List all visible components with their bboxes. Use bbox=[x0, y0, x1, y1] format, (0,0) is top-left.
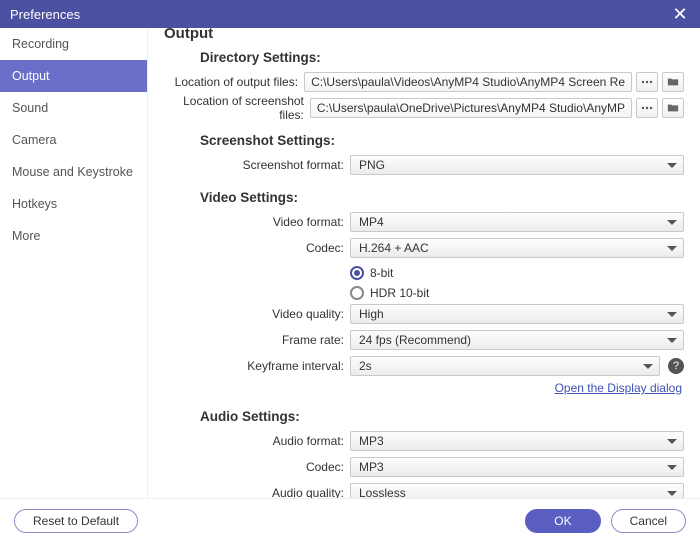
page-title: Output bbox=[164, 28, 684, 42]
sidebar: Recording Output Sound Camera Mouse and … bbox=[0, 28, 148, 498]
chevron-down-icon bbox=[667, 163, 677, 168]
screenshot-format-label: Screenshot format: bbox=[164, 158, 350, 172]
audio-codec-label: Codec: bbox=[164, 460, 350, 474]
radio-dot-icon bbox=[354, 270, 360, 276]
radio-hdr-10bit[interactable] bbox=[350, 286, 364, 300]
select-value: MP4 bbox=[359, 215, 384, 229]
section-header-directory: Directory Settings: bbox=[164, 50, 684, 65]
sidebar-item-label: Sound bbox=[12, 101, 48, 115]
sidebar-item-recording[interactable]: Recording bbox=[0, 28, 147, 60]
section-video: Video Settings: Video format: MP4 Codec:… bbox=[164, 190, 684, 395]
reset-to-default-button[interactable]: Reset to Default bbox=[14, 509, 138, 533]
titlebar: Preferences ✕ bbox=[0, 0, 700, 28]
open-screenshot-folder-button[interactable] bbox=[662, 98, 684, 118]
browse-output-button[interactable] bbox=[636, 72, 658, 92]
select-value: MP3 bbox=[359, 460, 384, 474]
video-codec-label: Codec: bbox=[164, 241, 350, 255]
output-path-field[interactable]: C:\Users\paula\Videos\AnyMP4 Studio\AnyM… bbox=[304, 72, 632, 92]
dots-icon bbox=[641, 102, 653, 114]
section-screenshot: Screenshot Settings: Screenshot format: … bbox=[164, 133, 684, 176]
audio-format-select[interactable]: MP3 bbox=[350, 431, 684, 451]
chevron-down-icon bbox=[667, 246, 677, 251]
select-value: Lossless bbox=[359, 486, 406, 498]
sidebar-item-hotkeys[interactable]: Hotkeys bbox=[0, 188, 147, 220]
audio-quality-label: Audio quality: bbox=[164, 486, 350, 498]
screenshot-path-field[interactable]: C:\Users\paula\OneDrive\Pictures\AnyMP4 … bbox=[310, 98, 632, 118]
sidebar-item-label: More bbox=[12, 229, 40, 243]
chevron-down-icon bbox=[667, 220, 677, 225]
open-display-dialog-link[interactable]: Open the Display dialog bbox=[555, 381, 682, 395]
video-quality-select[interactable]: High bbox=[350, 304, 684, 324]
section-audio: Audio Settings: Audio format: MP3 Codec:… bbox=[164, 409, 684, 498]
window-title: Preferences bbox=[10, 7, 80, 22]
sidebar-item-label: Hotkeys bbox=[12, 197, 57, 211]
close-icon[interactable]: ✕ bbox=[670, 4, 690, 25]
video-codec-select[interactable]: H.264 + AAC bbox=[350, 238, 684, 258]
output-path-label: Location of output files: bbox=[164, 75, 304, 89]
chevron-down-icon bbox=[667, 439, 677, 444]
radio-hdr-10bit-label: HDR 10-bit bbox=[370, 286, 429, 300]
select-value: H.264 + AAC bbox=[359, 241, 429, 255]
footer: Reset to Default OK Cancel bbox=[0, 498, 700, 542]
video-quality-label: Video quality: bbox=[164, 307, 350, 321]
select-value: 2s bbox=[359, 359, 372, 373]
sidebar-item-label: Camera bbox=[12, 133, 56, 147]
screenshot-format-select[interactable]: PNG bbox=[350, 155, 684, 175]
radio-8bit[interactable] bbox=[350, 266, 364, 280]
section-header-audio: Audio Settings: bbox=[164, 409, 684, 424]
cancel-button[interactable]: Cancel bbox=[611, 509, 686, 533]
sidebar-item-label: Output bbox=[12, 69, 50, 83]
frame-rate-label: Frame rate: bbox=[164, 333, 350, 347]
sidebar-item-camera[interactable]: Camera bbox=[0, 124, 147, 156]
button-label: OK bbox=[554, 514, 571, 528]
folder-icon bbox=[667, 76, 679, 88]
frame-rate-select[interactable]: 24 fps (Recommend) bbox=[350, 330, 684, 350]
select-value: 24 fps (Recommend) bbox=[359, 333, 471, 347]
sidebar-item-output[interactable]: Output bbox=[0, 60, 147, 92]
audio-format-label: Audio format: bbox=[164, 434, 350, 448]
sidebar-item-more[interactable]: More bbox=[0, 220, 147, 252]
chevron-down-icon bbox=[667, 338, 677, 343]
button-label: Cancel bbox=[630, 514, 667, 528]
select-value: PNG bbox=[359, 158, 385, 172]
section-header-video: Video Settings: bbox=[164, 190, 684, 205]
section-directory: Directory Settings: Location of output f… bbox=[164, 50, 684, 119]
video-format-label: Video format: bbox=[164, 215, 350, 229]
audio-codec-select[interactable]: MP3 bbox=[350, 457, 684, 477]
browse-screenshot-button[interactable] bbox=[636, 98, 658, 118]
sidebar-item-label: Mouse and Keystroke bbox=[12, 165, 133, 179]
folder-icon bbox=[667, 102, 679, 114]
sidebar-item-sound[interactable]: Sound bbox=[0, 92, 147, 124]
dots-icon bbox=[641, 76, 653, 88]
radio-8bit-label: 8-bit bbox=[370, 266, 393, 280]
keyframe-interval-select[interactable]: 2s bbox=[350, 356, 660, 376]
open-output-folder-button[interactable] bbox=[662, 72, 684, 92]
keyframe-interval-label: Keyframe interval: bbox=[164, 359, 350, 373]
ok-button[interactable]: OK bbox=[525, 509, 600, 533]
audio-quality-select[interactable]: Lossless bbox=[350, 483, 684, 498]
select-value: High bbox=[359, 307, 384, 321]
main-panel: Output Directory Settings: Location of o… bbox=[148, 28, 700, 498]
chevron-down-icon bbox=[667, 312, 677, 317]
help-icon[interactable]: ? bbox=[668, 358, 684, 374]
screenshot-path-label: Location of screenshot files: bbox=[164, 94, 310, 122]
video-format-select[interactable]: MP4 bbox=[350, 212, 684, 232]
select-value: MP3 bbox=[359, 434, 384, 448]
button-label: Reset to Default bbox=[33, 514, 119, 528]
chevron-down-icon bbox=[643, 364, 653, 369]
sidebar-item-mouse-keystroke[interactable]: Mouse and Keystroke bbox=[0, 156, 147, 188]
chevron-down-icon bbox=[667, 465, 677, 470]
sidebar-item-label: Recording bbox=[12, 37, 69, 51]
section-header-screenshot: Screenshot Settings: bbox=[164, 133, 684, 148]
chevron-down-icon bbox=[667, 491, 677, 496]
